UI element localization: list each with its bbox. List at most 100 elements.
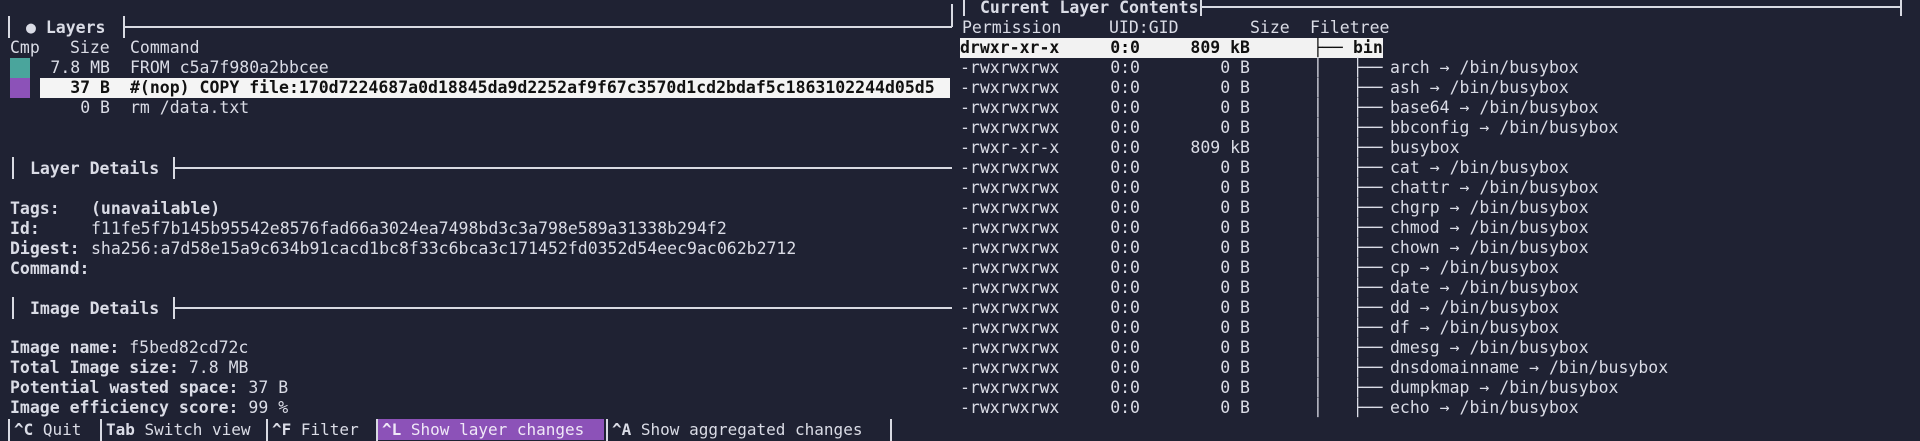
show-aggregated-changes-shortcut[interactable]: ^A Show aggregated changes <box>608 419 890 440</box>
file-size: 0 B <box>1220 258 1250 277</box>
filetree-row[interactable]: drwxr-xr-x 0:0 809 kB ├── bin <box>960 38 1910 58</box>
layer-row[interactable]: 37 B #(nop) COPY file:170d7224687a0d18845… <box>40 78 950 98</box>
status-separator <box>890 419 892 441</box>
file-uidgid: 0:0 <box>1110 338 1140 357</box>
filetree-branch: │ ├── <box>1313 358 1393 377</box>
file-uidgid: 0:0 <box>1110 38 1140 57</box>
filetree-row[interactable]: -rwxrwxrwx 0:0 0 B │ ├── bbconfig → /bin/bu… <box>960 118 1910 138</box>
file-size: 0 B <box>1220 198 1250 217</box>
file-uidgid: 0:0 <box>1110 238 1140 257</box>
filetree-row[interactable]: -rwxrwxrwx 0:0 0 B │ ├── dumpkmap → /bin/bu… <box>960 378 1910 398</box>
file-size: 0 B <box>1220 218 1250 237</box>
file-uidgid: 0:0 <box>1110 318 1140 337</box>
filetree-branch: │ ├── <box>1313 98 1393 117</box>
layer-cmp-swatch <box>10 58 30 78</box>
efficiency-label: Image efficiency score: <box>10 398 239 417</box>
file-permission: -rwxrwxrwx <box>960 318 1060 337</box>
layer-size: 37 B <box>70 78 110 97</box>
filetree-branch: │ ├── <box>1313 298 1393 317</box>
file-permission: -rwxrwxrwx <box>960 78 1060 97</box>
shortcut-key: ^F <box>272 420 292 439</box>
filetree-row[interactable]: -rwxrwxrwx 0:0 0 B │ ├── chmod → /bin/busyb… <box>960 218 1910 238</box>
filetree-row[interactable]: -rwxrwxrwx 0:0 0 B │ ├── cat → /bin/busybox <box>960 158 1910 178</box>
file-size: 0 B <box>1220 318 1250 337</box>
filetree-name: date → /bin/busybox <box>1390 278 1579 297</box>
file-uidgid: 0:0 <box>1110 198 1140 217</box>
file-uidgid: 0:0 <box>1110 98 1140 117</box>
filetree-row[interactable]: -rwxrwxrwx 0:0 0 B │ ├── dmesg → /bin/busyb… <box>960 338 1910 358</box>
quit-shortcut[interactable]: ^C Quit <box>10 419 96 440</box>
show-layer-changes-shortcut[interactable]: ^L Show layer changes <box>378 419 604 440</box>
file-uidgid: 0:0 <box>1110 178 1140 197</box>
filetree-name: base64 → /bin/busybox <box>1390 98 1599 117</box>
switch-view-shortcut[interactable]: Tab Switch view <box>102 419 262 440</box>
id-label: Id: <box>10 219 40 238</box>
filetree-branch: │ ├── <box>1313 238 1393 257</box>
filetree-branch: │ ├── <box>1313 158 1393 177</box>
image-details-title: Image Details <box>30 299 160 318</box>
filetree-row[interactable]: -rwxrwxrwx 0:0 0 B │ ├── base64 → /bin/busy… <box>960 98 1910 118</box>
filetree-row[interactable]: -rwxrwxrwx 0:0 0 B │ ├── chgrp → /bin/busyb… <box>960 198 1910 218</box>
filetree-row[interactable]: -rwxrwxrwx 0:0 0 B │ ├── df → /bin/busybox <box>960 318 1910 338</box>
file-permission: -rwxrwxrwx <box>960 278 1060 297</box>
filetree-row[interactable]: -rwxrwxrwx 0:0 0 B │ ├── ash → /bin/busybox <box>960 78 1910 98</box>
file-permission: -rwxrwxrwx <box>960 98 1060 117</box>
file-permission: -rwxrwxrwx <box>960 238 1060 257</box>
filetree-row[interactable]: -rwxr-xr-x 0:0 809 kB │ ├── busybox <box>960 138 1910 158</box>
shortcut-label: Show layer changes <box>401 420 585 439</box>
shortcut-label: Switch view <box>134 420 251 439</box>
file-uidgid: 0:0 <box>1110 118 1140 137</box>
efficiency-row: Image efficiency score: 99 % <box>10 398 288 418</box>
efficiency-value: 99 % <box>248 398 289 417</box>
command-label: Command: <box>10 259 90 278</box>
tags-value: (unavailable) <box>91 199 221 218</box>
filetree-row[interactable]: -rwxrwxrwx 0:0 0 B │ ├── date → /bin/busybo… <box>960 278 1910 298</box>
file-uidgid: 0:0 <box>1110 258 1140 277</box>
filetree-branch: │ ├── <box>1313 138 1393 157</box>
contents-header-filetree: Filetree <box>1310 18 1390 37</box>
filetree-branch: │ ├── <box>1313 278 1393 297</box>
filetree-branch: │ ├── <box>1313 178 1393 197</box>
filetree-name: dd → /bin/busybox <box>1390 298 1559 317</box>
layer-command: #(nop) COPY file:170d7224687a0d18845da9d… <box>130 78 935 97</box>
layers-panel-title: ● Layers <box>26 18 106 37</box>
layers-header-cmp: Cmp <box>10 38 40 57</box>
filetree-name: dmesg → /bin/busybox <box>1390 338 1589 357</box>
filetree-row[interactable]: -rwxrwxrwx 0:0 0 B │ ├── chown → /bin/busyb… <box>960 238 1910 258</box>
filetree-row[interactable]: -rwxrwxrwx 0:0 0 B │ ├── cp → /bin/busybox <box>960 258 1910 278</box>
shortcut-label: Filter <box>291 420 359 439</box>
image-size-label: Total Image size: <box>10 358 179 377</box>
layer-cmp-swatch <box>10 78 30 98</box>
filter-shortcut[interactable]: ^F Filter <box>268 419 372 440</box>
digest-value: sha256:a7d58e15a9c634b91cacd1bc8f33c6bca… <box>91 239 797 258</box>
filetree-name: chmod → /bin/busybox <box>1390 218 1589 237</box>
file-size: 0 B <box>1220 158 1250 177</box>
shortcut-label: Show aggregated changes <box>631 420 863 439</box>
filetree-name: ash → /bin/busybox <box>1390 78 1569 97</box>
file-uidgid: 0:0 <box>1110 58 1140 77</box>
file-permission: -rwxrwxrwx <box>960 258 1060 277</box>
tags-label: Tags: <box>10 199 60 218</box>
contents-header-uidgid: UID:GID <box>1109 18 1179 37</box>
filetree-branch: ├── <box>1313 38 1353 58</box>
filetree-row[interactable]: -rwxrwxrwx 0:0 0 B │ ├── chattr → /bin/busy… <box>960 178 1910 198</box>
filetree-name: chown → /bin/busybox <box>1390 238 1589 257</box>
filetree-row[interactable]: -rwxrwxrwx 0:0 0 B │ ├── arch → /bin/busybo… <box>960 58 1910 78</box>
file-uidgid: 0:0 <box>1110 78 1140 97</box>
file-permission: -rwxrwxrwx <box>960 198 1060 217</box>
filetree-row[interactable]: -rwxrwxrwx 0:0 0 B │ ├── dd → /bin/busybox <box>960 298 1910 318</box>
shortcut-label: Quit <box>33 420 82 439</box>
image-name-value: f5bed82cd72c <box>129 338 249 357</box>
file-permission: -rwxrwxrwx <box>960 378 1060 397</box>
file-uidgid: 0:0 <box>1110 358 1140 377</box>
file-size: 809 kB <box>1190 138 1250 157</box>
file-size: 0 B <box>1220 78 1250 97</box>
layer-row[interactable]: 0 B rm /data.txt <box>40 98 950 118</box>
shortcut-key: ^C <box>14 420 34 439</box>
id-value: f11fe5f7b145b95542e8576fad66a3024ea7498b… <box>91 219 727 238</box>
filetree-row[interactable]: -rwxrwxrwx 0:0 0 B │ ├── echo → /bin/busybo… <box>960 398 1910 418</box>
layer-row[interactable]: 7.8 MB FROM c5a7f980a2bbcee <box>40 58 950 78</box>
filetree-row[interactable]: -rwxrwxrwx 0:0 0 B │ ├── dnsdomainname → /b… <box>960 358 1910 378</box>
filetree-name: bin <box>1353 38 1383 58</box>
shortcut-key: ^A <box>612 420 632 439</box>
